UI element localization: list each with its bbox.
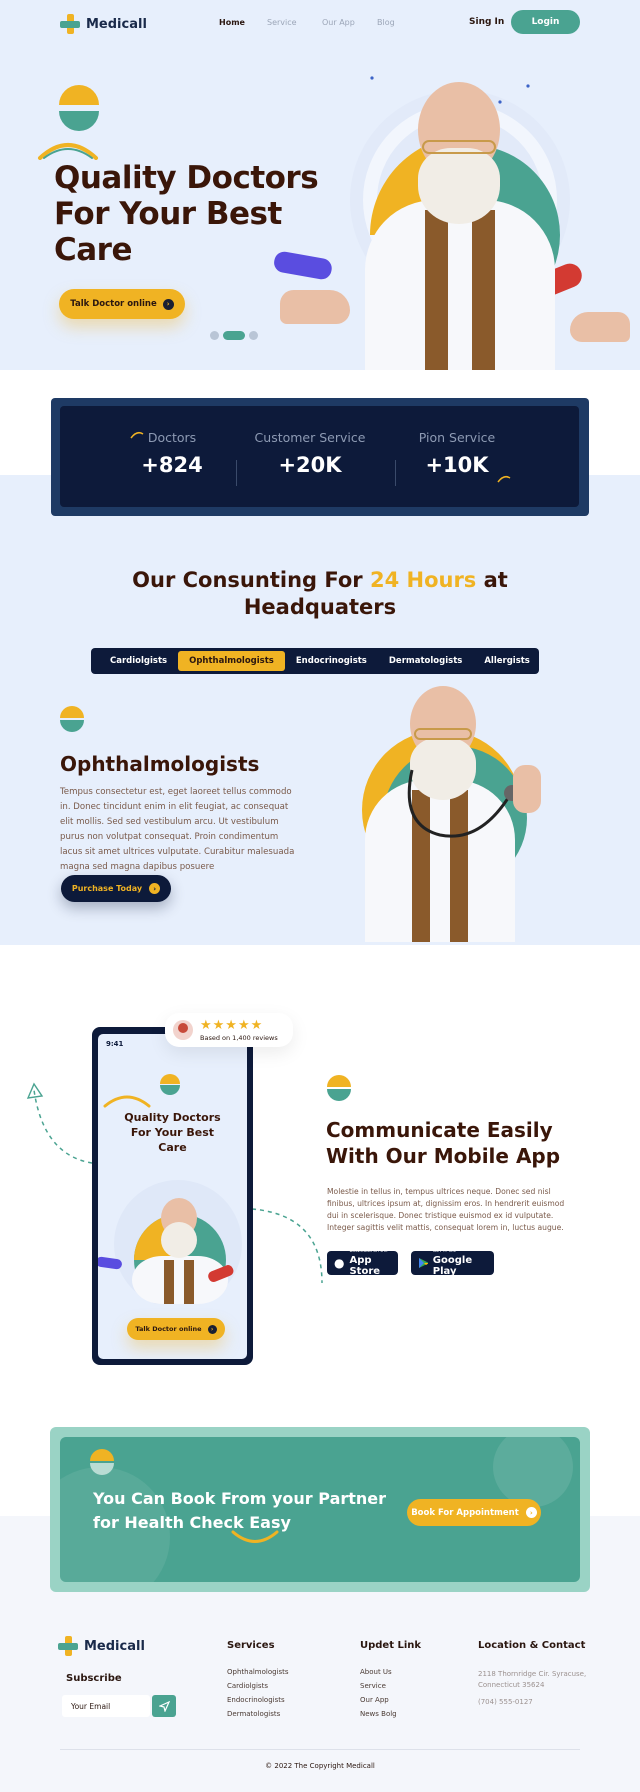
phone-cta-label: Talk Doctor online bbox=[135, 1325, 202, 1333]
contact-phone: (704) 555-0127 bbox=[478, 1698, 533, 1706]
stat-label: Customer Service bbox=[254, 430, 366, 445]
booking-inner: You Can Book From your Partner for Healt… bbox=[60, 1437, 580, 1582]
brand-name: Medicall bbox=[86, 16, 147, 32]
stat-value: +20K bbox=[278, 453, 342, 477]
phone-time: 9:41 bbox=[106, 1040, 124, 1048]
tab-ophthalmologists[interactable]: Ophthalmologists bbox=[178, 651, 285, 671]
arrow-right-icon: › bbox=[525, 1507, 537, 1518]
medical-cross-icon bbox=[58, 1636, 78, 1656]
nav-home[interactable]: Home bbox=[219, 18, 245, 27]
review-count: Based on 1,400 reviews bbox=[200, 1033, 278, 1042]
talk-doctor-button[interactable]: Talk Doctor online › bbox=[59, 289, 185, 319]
send-button[interactable] bbox=[152, 1695, 176, 1717]
google-play-icon bbox=[419, 1258, 428, 1268]
specialty-doctor-image bbox=[330, 680, 570, 942]
deco-half-circle-yellow bbox=[90, 1449, 114, 1461]
footer-link[interactable]: Service bbox=[360, 1682, 386, 1690]
login-button[interactable]: Login bbox=[511, 10, 580, 34]
slider-dot-1[interactable] bbox=[210, 331, 219, 340]
book-appointment-button[interactable]: Book For Appointment › bbox=[407, 1499, 541, 1526]
address-line: 2118 Thornridge Cir. Syracuse, bbox=[478, 1670, 587, 1678]
rating-stars: ★★★★★ bbox=[200, 1017, 264, 1033]
arrow-right-icon: › bbox=[162, 298, 174, 310]
purchase-button[interactable]: Purchase Today › bbox=[61, 875, 171, 902]
footer-link[interactable]: Cardiolgists bbox=[227, 1682, 268, 1690]
title-text: Our Consunting For bbox=[132, 568, 363, 592]
deco-half-circle-teal bbox=[160, 1085, 180, 1095]
stat-label: Pion Service bbox=[418, 430, 496, 445]
tab-cardiologists[interactable]: Cardiolgists bbox=[99, 651, 178, 671]
tab-allergists[interactable]: Allergists bbox=[473, 651, 541, 671]
deco-smile-arc bbox=[231, 1530, 279, 1543]
tab-dermatologists[interactable]: Dermatologists bbox=[378, 651, 473, 671]
stat-customer-service: Customer Service +20K bbox=[250, 430, 370, 477]
footer-link[interactable]: Endocrinologists bbox=[227, 1696, 285, 1704]
phone-doctor-image bbox=[98, 1180, 242, 1304]
app-section-description: Molestie in tellus in, tempus ultrices n… bbox=[327, 1187, 565, 1232]
update-links-heading: Updet Link bbox=[360, 1640, 422, 1651]
deco-arc bbox=[38, 143, 98, 160]
stat-value: +824 bbox=[141, 453, 203, 477]
booking-title: You Can Book From your Partner for Healt… bbox=[93, 1489, 387, 1532]
email-field[interactable]: Your Email bbox=[62, 1695, 150, 1717]
review-card: ★★★★★ Based on 1,400 reviews bbox=[165, 1013, 293, 1047]
footer-link[interactable]: Dermatologists bbox=[227, 1710, 280, 1718]
copyright: © 2022 The Copyright Medicall bbox=[265, 1762, 375, 1770]
app-section-title: Communicate Easily With Our Mobile App bbox=[326, 1118, 561, 1168]
footer-link[interactable]: Our App bbox=[360, 1696, 389, 1704]
slider-dot-2-active[interactable] bbox=[223, 331, 245, 340]
arrow-right-icon: › bbox=[149, 883, 161, 894]
talk-doctor-label: Talk Doctor online bbox=[70, 299, 157, 309]
deco-spark-icon bbox=[130, 431, 144, 439]
footer-link[interactable]: About Us bbox=[360, 1668, 392, 1676]
purchase-label: Purchase Today bbox=[71, 884, 143, 893]
slider-dot-3[interactable] bbox=[249, 331, 258, 340]
title-highlight: 24 Hours bbox=[369, 568, 477, 592]
services-heading: Services bbox=[227, 1640, 275, 1651]
footer-link[interactable]: Ophthalmologists bbox=[227, 1668, 289, 1676]
footer-divider bbox=[60, 1749, 580, 1750]
book-appointment-label: Book For Appointment bbox=[411, 1507, 519, 1518]
hero-doctor-image bbox=[270, 60, 630, 370]
phone-screen: 9:41 Quality Doctors For Your Best Care … bbox=[98, 1034, 247, 1359]
specialty-description: Tempus consectetur est, eget laoreet tel… bbox=[60, 787, 295, 872]
title-text: Headquaters bbox=[243, 595, 397, 619]
tab-endocrinologists[interactable]: Endocrinogists bbox=[285, 651, 378, 671]
footer-brand-logo[interactable]: Medicall bbox=[58, 1636, 145, 1656]
title-text: at bbox=[483, 568, 508, 592]
footer-link[interactable]: News Bolg bbox=[360, 1710, 397, 1718]
app-store-button[interactable]: ● Download on the App Store bbox=[327, 1249, 398, 1277]
address-line: Connecticut 35624 bbox=[478, 1681, 545, 1689]
nav-service[interactable]: Service bbox=[267, 18, 297, 27]
medical-cross-icon bbox=[60, 14, 80, 34]
deco-half-circle-teal bbox=[327, 1089, 351, 1101]
deco-spark-icon bbox=[497, 475, 511, 483]
arrow-right-icon: › bbox=[207, 1324, 217, 1334]
send-icon bbox=[158, 1700, 170, 1712]
deco-half-circle-yellow bbox=[327, 1075, 351, 1087]
store-big-label: Google Play bbox=[432, 1255, 473, 1277]
brand-name: Medicall bbox=[84, 1638, 145, 1654]
phone-talk-doctor-button[interactable]: Talk Doctor online › bbox=[127, 1318, 225, 1340]
brand-logo[interactable]: Medicall bbox=[60, 14, 147, 34]
apple-icon: ● bbox=[334, 1256, 345, 1270]
stat-pion-service: Pion Service +10K bbox=[397, 430, 517, 477]
subscribe-label: Subscribe bbox=[66, 1673, 122, 1684]
specialty-tabs: Cardiolgists Ophthalmologists Endocrinog… bbox=[91, 648, 539, 674]
deco-half-circle-yellow bbox=[160, 1074, 180, 1084]
specialty-title: Ophthalmologists bbox=[60, 752, 260, 776]
contact-heading: Location & Contact bbox=[478, 1640, 586, 1651]
stat-divider bbox=[236, 460, 237, 486]
deco-arc bbox=[103, 1095, 151, 1108]
consulting-title: Our Consunting For 24 Hours at Headquate… bbox=[0, 567, 640, 621]
stat-divider bbox=[395, 460, 396, 486]
store-big-label: App Store bbox=[349, 1255, 381, 1277]
nav-our-app[interactable]: Our App bbox=[322, 18, 355, 27]
google-play-button[interactable]: GET IT ON Google Play bbox=[411, 1249, 494, 1277]
avatar bbox=[173, 1020, 193, 1040]
nav-blog[interactable]: Blog bbox=[377, 18, 395, 27]
deco-dashed-line bbox=[252, 1208, 323, 1284]
phone-hero-title: Quality Doctors For Your Best Care bbox=[124, 1111, 221, 1154]
signin-link[interactable]: Sing In bbox=[469, 17, 504, 27]
